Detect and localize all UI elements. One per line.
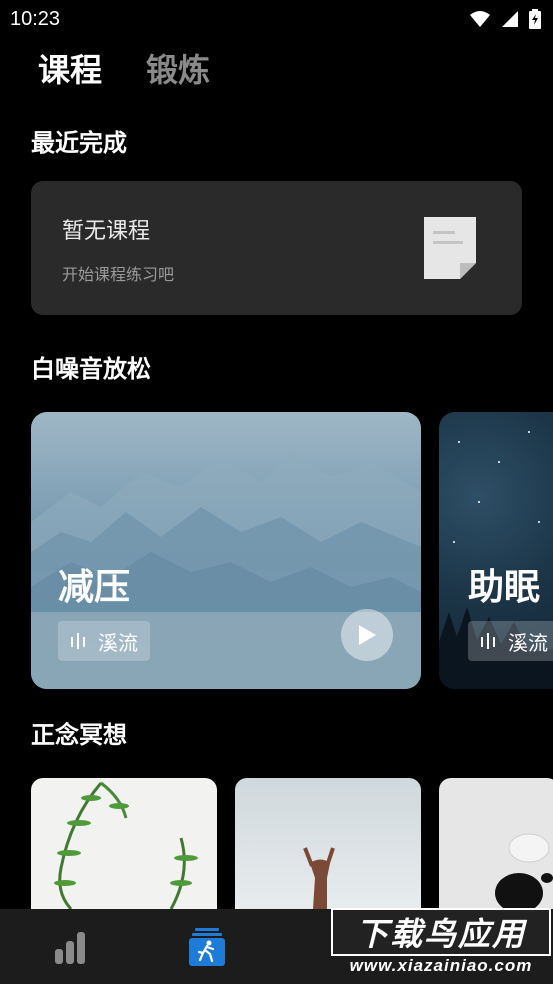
tab-workout[interactable]: 锻炼 [146,50,210,90]
sound-name: 溪流 [98,630,138,655]
meditation-card[interactable] [439,778,553,909]
battery-icon [529,9,541,29]
status-icons [469,9,541,29]
stones-image [495,833,553,909]
person-yoga-image [303,847,335,909]
white-noise-card-sleep[interactable]: 助眠 溪流 [439,412,553,689]
running-person-icon [189,928,225,966]
document-icon [424,217,476,279]
play-icon [359,625,376,645]
wifi-icon [470,11,490,27]
recent-empty-card[interactable]: 暂无课程 开始课程练习吧 [31,181,522,315]
sound-wave-icon [481,633,495,649]
top-tabs: 课程 锻炼 [38,50,210,90]
sound-name: 溪流 [508,630,548,655]
meditation-card[interactable] [235,778,421,909]
play-button[interactable] [341,609,393,661]
bar-chart-icon [55,932,85,964]
sound-chip: 溪流 [468,621,553,661]
sound-chip: 溪流 [58,621,150,661]
white-noise-card-stress[interactable]: 减压 溪流 [31,412,421,689]
tab-courses[interactable]: 课程 [38,50,102,90]
watermark-text: 下载鸟应用 [331,908,551,956]
white-noise-section-title: 白噪音放松 [31,355,151,383]
recent-empty-title: 暂无课程 [62,219,151,244]
recent-empty-subtitle: 开始课程练习吧 [62,265,175,284]
card-label: 减压 [58,567,131,608]
watermark-url: www.xiazainiao.com [349,956,533,975]
recent-section-title: 最近完成 [31,129,127,157]
nav-stats[interactable] [48,925,92,969]
meditation-section-title: 正念冥想 [31,721,127,749]
signal-icon [502,11,518,27]
nav-courses[interactable] [185,925,229,969]
sound-wave-icon [71,633,85,649]
status-bar: 10:23 [0,0,553,38]
card-label: 助眠 [468,567,541,608]
leaf-image [54,781,198,909]
meditation-card[interactable] [31,778,217,909]
watermark: 下载鸟应用 www.xiazainiao.com [331,908,551,980]
status-time: 10:23 [10,8,61,30]
